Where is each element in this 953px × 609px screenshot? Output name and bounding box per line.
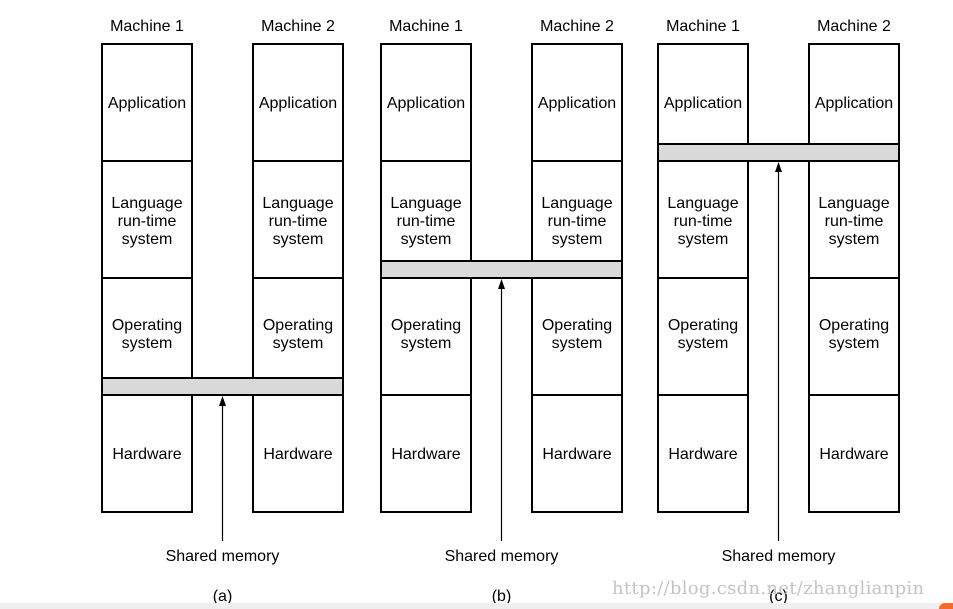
- layer-hardware: Hardware: [542, 446, 611, 463]
- layer-label-line: system: [273, 231, 324, 248]
- shared-memory-bar: [101, 377, 344, 396]
- layer-label-line: system: [678, 335, 729, 352]
- machine-label: Machine 2: [817, 18, 891, 35]
- layer-label-line: run-time: [825, 213, 884, 230]
- machine-2: Machine 2ApplicationLanguage run-time syst…: [808, 18, 900, 513]
- arrow-head-icon: [775, 162, 782, 172]
- layer-label-line: Operating: [542, 317, 612, 334]
- layer-label-line: Language: [541, 195, 612, 212]
- layer-label-line: Application: [108, 95, 186, 112]
- layer-label-line: run-time: [118, 213, 177, 230]
- machine-1: Machine 1ApplicationLanguage run-time syst…: [657, 18, 749, 513]
- layer-hardware: Hardware: [819, 446, 888, 463]
- machine-label: Machine 2: [261, 18, 335, 35]
- layer-label-line: Operating: [391, 317, 461, 334]
- shared-memory-bar: [657, 143, 900, 162]
- layer-hardware: Hardware: [668, 446, 737, 463]
- layer-label-line: Application: [259, 95, 337, 112]
- shared-memory-bar: [380, 260, 623, 279]
- layer-label-line: system: [122, 231, 173, 248]
- machine-2: Machine 2ApplicationLanguage run-time syst…: [252, 18, 344, 513]
- layer-label-line: Hardware: [263, 446, 332, 463]
- machine-label: Machine 1: [110, 18, 184, 35]
- layer-language-run-time-system: Language run-time system: [818, 195, 889, 248]
- layer-application: Application: [108, 95, 186, 112]
- layer-label-line: Application: [538, 95, 616, 112]
- layer-label-line: Operating: [263, 317, 333, 334]
- layer-operating-system: Operating system: [391, 317, 461, 352]
- arrow-head-icon: [498, 279, 505, 289]
- arrow-head-icon: [219, 396, 226, 406]
- panel-b: Machine 1ApplicationLanguage run-time syst…: [380, 18, 623, 605]
- layer-language-run-time-system: Language run-time system: [667, 195, 738, 248]
- layer-label-line: system: [273, 335, 324, 352]
- layer-operating-system: Operating system: [112, 317, 182, 352]
- layer-language-run-time-system: Language run-time system: [541, 195, 612, 248]
- layer-label-line: system: [829, 335, 880, 352]
- layer-label-line: Application: [815, 95, 893, 112]
- layer-application: Application: [387, 95, 465, 112]
- machine-label: Machine 1: [389, 18, 463, 35]
- layer-label-line: system: [401, 231, 452, 248]
- layer-operating-system: Operating system: [668, 317, 738, 352]
- panel-a: Machine 1ApplicationLanguage run-time syst…: [101, 18, 344, 605]
- layer-hardware: Hardware: [263, 446, 332, 463]
- layer-label-line: system: [829, 231, 880, 248]
- panel-c: Machine 1ApplicationLanguage run-time syst…: [657, 18, 900, 605]
- layer-label-line: Hardware: [391, 446, 460, 463]
- layer-language-run-time-system: Language run-time system: [390, 195, 461, 248]
- layer-label-line: system: [122, 335, 173, 352]
- layer-label-line: Application: [664, 95, 742, 112]
- layer-label-line: run-time: [269, 213, 328, 230]
- shared-memory-diagram: Machine 1ApplicationLanguage run-time syst…: [101, 18, 900, 605]
- machine-label: Machine 1: [666, 18, 740, 35]
- layer-application: Application: [664, 95, 742, 112]
- layer-hardware: Hardware: [391, 446, 460, 463]
- layer-label-line: system: [552, 231, 603, 248]
- layer-label-line: Hardware: [819, 446, 888, 463]
- layer-label-line: Language: [262, 195, 333, 212]
- shared-memory-label: Shared memory: [722, 548, 836, 565]
- layer-operating-system: Operating system: [819, 317, 889, 352]
- layer-label-line: Language: [111, 195, 182, 212]
- layer-label-line: run-time: [674, 213, 733, 230]
- layer-label-line: Language: [818, 195, 889, 212]
- machine-1: Machine 1ApplicationLanguage run-time syst…: [101, 18, 193, 513]
- layer-label-line: Language: [390, 195, 461, 212]
- shared-memory-label: Shared memory: [166, 548, 280, 565]
- layer-label-line: run-time: [397, 213, 456, 230]
- layer-application: Application: [259, 95, 337, 112]
- layer-label-line: Operating: [112, 317, 182, 334]
- layer-label-line: Language: [667, 195, 738, 212]
- layer-application: Application: [815, 95, 893, 112]
- layer-label-line: Operating: [668, 317, 738, 334]
- layer-language-run-time-system: Language run-time system: [262, 195, 333, 248]
- shared-memory-label: Shared memory: [445, 548, 559, 565]
- layer-label-line: Operating: [819, 317, 889, 334]
- layer-label-line: system: [401, 335, 452, 352]
- watermark: http://blog.csdn.net/zhanglianpin: [612, 578, 925, 599]
- layer-label-line: system: [678, 231, 729, 248]
- layer-hardware: Hardware: [112, 446, 181, 463]
- corner-badge: [939, 603, 953, 609]
- bottom-scrollbar[interactable]: [0, 603, 953, 609]
- layer-operating-system: Operating system: [542, 317, 612, 352]
- layer-language-run-time-system: Language run-time system: [111, 195, 182, 248]
- layer-label-line: Hardware: [112, 446, 181, 463]
- machine-label: Machine 2: [540, 18, 614, 35]
- layer-operating-system: Operating system: [263, 317, 333, 352]
- layer-label-line: system: [552, 335, 603, 352]
- layer-label-line: run-time: [548, 213, 607, 230]
- layer-label-line: Hardware: [542, 446, 611, 463]
- layer-application: Application: [538, 95, 616, 112]
- layer-label-line: Application: [387, 95, 465, 112]
- layer-label-line: Hardware: [668, 446, 737, 463]
